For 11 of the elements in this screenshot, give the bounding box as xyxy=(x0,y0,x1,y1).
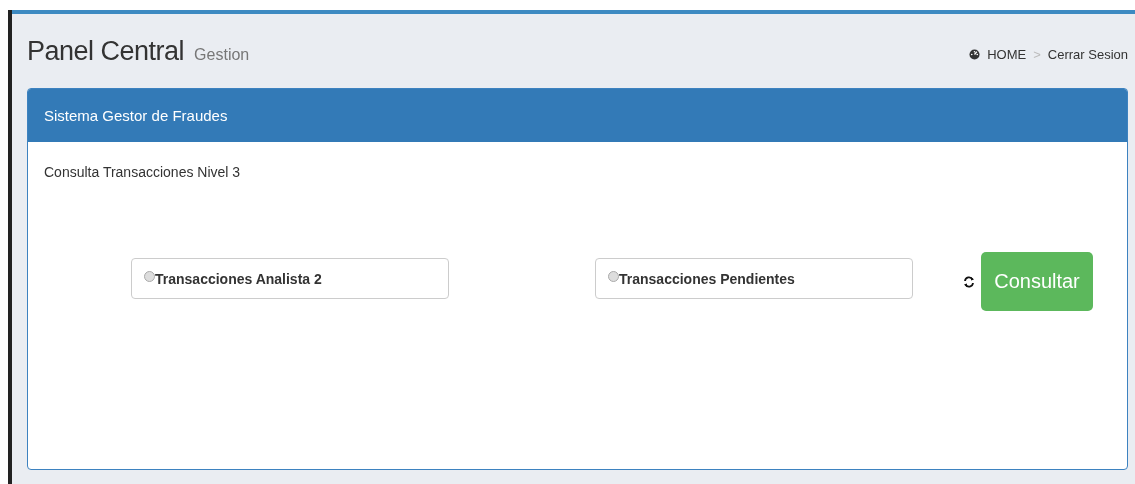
page-title: Panel Central xyxy=(27,35,185,66)
panel-header: Sistema Gestor de Fraudes xyxy=(28,89,1127,142)
radio-option[interactable]: Transacciones Analista 2 xyxy=(131,258,449,299)
breadcrumb-separator: > xyxy=(1033,46,1041,62)
breadcrumb-link[interactable]: Cerrar Sesion xyxy=(1047,46,1128,62)
section-heading: Consulta Transacciones Nivel 3 xyxy=(44,164,242,180)
refresh-icon[interactable] xyxy=(963,274,975,289)
page-subtitle: Gestion xyxy=(194,45,250,63)
radio-option[interactable]: Transacciones Pendientes xyxy=(595,258,913,299)
breadcrumb-link[interactable]: HOME xyxy=(987,46,1027,62)
dashboard-icon xyxy=(969,48,981,60)
